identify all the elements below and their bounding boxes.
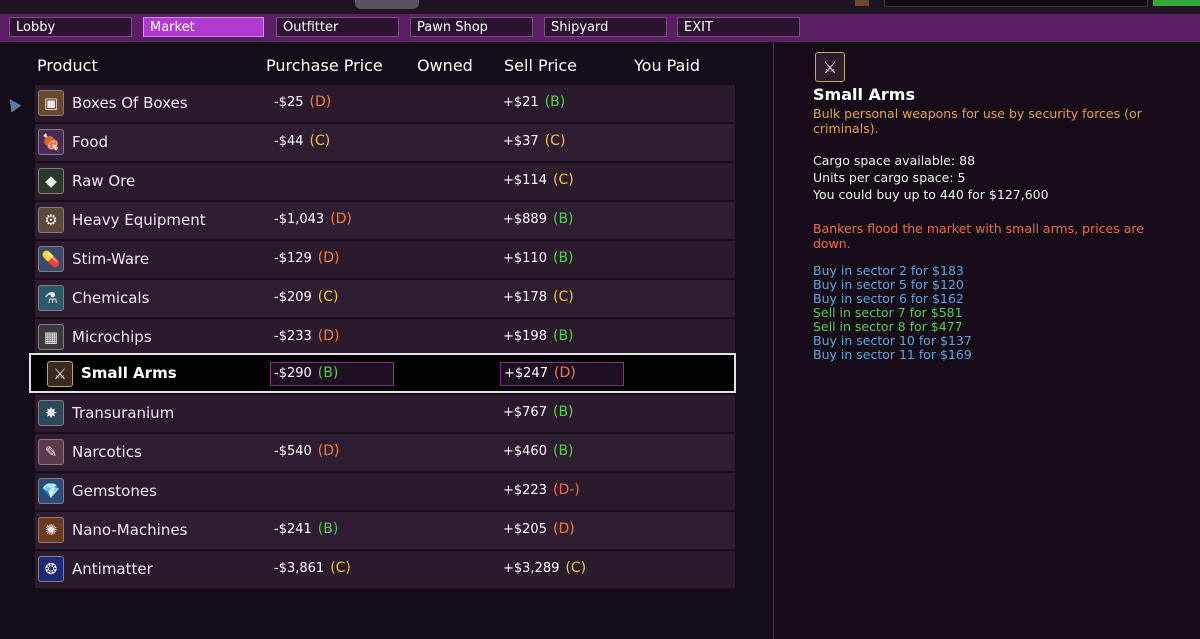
table-row[interactable]: 💎 Gemstones +$223 (D-) bbox=[35, 473, 735, 511]
crossed-swords-icon: ⚔ bbox=[815, 52, 845, 82]
product-name: Narcotics bbox=[72, 443, 142, 461]
flask-icon: ⚗ bbox=[38, 285, 64, 311]
sell-price[interactable]: +$114 (C) bbox=[503, 172, 574, 188]
sell-price[interactable]: +$889 (B) bbox=[503, 211, 574, 227]
table-row[interactable]: ▦ Microchips -$233 (D) +$198 (B) bbox=[35, 319, 735, 357]
ore-icon: ◆ bbox=[38, 168, 64, 194]
gear-icon: ⚙ bbox=[38, 207, 64, 233]
table-row[interactable]: 💊 Stim-Ware -$129 (D) +$110 (B) bbox=[35, 241, 735, 279]
table-row[interactable]: 🍖 Food -$44 (C) +$37 (C) bbox=[35, 124, 735, 162]
product-name: Microchips bbox=[72, 328, 152, 346]
purchase-price[interactable]: -$233 (D) bbox=[274, 328, 340, 344]
purchase-price[interactable]: -$25 (D) bbox=[274, 94, 331, 110]
pill-icon: 💊 bbox=[38, 246, 64, 272]
top-strip bbox=[0, 0, 1200, 14]
table-row[interactable]: ▣ Boxes Of Boxes -$25 (D) +$21 (B) bbox=[35, 85, 735, 123]
table-row[interactable]: ✎ Narcotics -$540 (D) +$460 (B) bbox=[35, 434, 735, 472]
sell-price[interactable]: +$223 (D-) bbox=[503, 482, 580, 498]
units-per-space: Units per cargo space: 5 bbox=[813, 170, 966, 185]
food-icon: 🍖 bbox=[38, 129, 64, 155]
product-name: Gemstones bbox=[72, 482, 157, 500]
trade-item: Buy in sector 10 for $137 bbox=[813, 333, 972, 348]
table-row[interactable]: ✸ Transuranium +$767 (B) bbox=[35, 395, 735, 433]
purchase-price[interactable]: -$3,861 (C) bbox=[274, 560, 351, 576]
sell-price[interactable]: +$460 (B) bbox=[503, 443, 574, 459]
header-owned: Owned bbox=[417, 56, 473, 75]
tab-shipyard[interactable]: Shipyard bbox=[544, 17, 667, 37]
sell-price[interactable]: +$21 (B) bbox=[503, 94, 565, 110]
health-bar bbox=[1153, 0, 1200, 6]
gem-icon: 💎 bbox=[38, 478, 64, 504]
atom-icon: ✸ bbox=[38, 400, 64, 426]
tab-exit[interactable]: EXIT bbox=[677, 17, 800, 37]
nav-bar: Lobby Market Outfitter Pawn Shop Shipyar… bbox=[0, 14, 1200, 42]
trade-suggestions: Buy in sector 2 for $183 Buy in sector 5… bbox=[813, 264, 972, 362]
cargo-info: Cargo space available: 88 Units per carg… bbox=[813, 152, 1049, 203]
trade-item: Buy in sector 11 for $169 bbox=[813, 347, 972, 362]
chip-icon: ▦ bbox=[38, 324, 64, 350]
header-product: Product bbox=[37, 56, 98, 75]
detail-title: Small Arms bbox=[813, 85, 915, 104]
header-you-paid: You Paid bbox=[634, 56, 700, 75]
top-handle bbox=[355, 0, 419, 9]
table-row[interactable]: ⚙ Heavy Equipment -$1,043 (D) +$889 (B) bbox=[35, 202, 735, 240]
could-buy: You could buy up to 440 for $127,600 bbox=[813, 187, 1049, 202]
top-status-bar bbox=[884, 0, 1148, 7]
product-name: Small Arms bbox=[81, 364, 177, 382]
product-name: Food bbox=[72, 133, 108, 151]
trade-item: Buy in sector 5 for $120 bbox=[813, 277, 964, 292]
product-name: Antimatter bbox=[72, 560, 153, 578]
purchase-price[interactable]: -$209 (C) bbox=[274, 289, 338, 305]
header-purchase-price: Purchase Price bbox=[266, 56, 383, 75]
product-name: Nano-Machines bbox=[72, 521, 188, 539]
table-row[interactable]: ⚗ Chemicals -$209 (C) +$178 (C) bbox=[35, 280, 735, 318]
sell-price[interactable]: +$205 (D) bbox=[503, 521, 575, 537]
sell-price[interactable]: +$110 (B) bbox=[503, 250, 574, 266]
sell-price[interactable]: +$178 (C) bbox=[503, 289, 574, 305]
sell-price[interactable]: +$3,289 (C) bbox=[503, 560, 586, 576]
product-name: Raw Ore bbox=[72, 172, 136, 190]
product-name: Chemicals bbox=[72, 289, 150, 307]
table-row-selected[interactable]: ⚔ Small Arms -$290 (B) +$247 (D) bbox=[29, 353, 736, 393]
crossed-swords-icon: ⚔ bbox=[47, 361, 73, 387]
tab-market[interactable]: Market bbox=[143, 17, 264, 37]
nano-icon: ✺ bbox=[38, 517, 64, 543]
tab-outfitter[interactable]: Outfitter bbox=[276, 17, 399, 37]
product-name: Heavy Equipment bbox=[72, 211, 206, 229]
sell-price[interactable]: +$247 (D) bbox=[504, 365, 576, 381]
market-news: Bankers flood the market with small arms… bbox=[813, 221, 1144, 251]
cargo-available: Cargo space available: 88 bbox=[813, 153, 976, 168]
product-name: Transuranium bbox=[72, 404, 175, 422]
purchase-price[interactable]: -$44 (C) bbox=[274, 133, 330, 149]
purchase-price[interactable]: -$290 (B) bbox=[274, 365, 338, 381]
sell-price[interactable]: +$37 (C) bbox=[503, 133, 565, 149]
trade-item: Sell in sector 7 for $581 bbox=[813, 305, 963, 320]
antimatter-icon: ❂ bbox=[38, 556, 64, 582]
tab-pawn-shop[interactable]: Pawn Shop bbox=[410, 17, 533, 37]
purchase-price[interactable]: -$241 (B) bbox=[274, 521, 338, 537]
product-name: Boxes Of Boxes bbox=[72, 94, 188, 112]
detail-description: Bulk personal weapons for use by securit… bbox=[813, 106, 1142, 136]
purchase-price[interactable]: -$1,043 (D) bbox=[274, 211, 352, 227]
header-sell-price: Sell Price bbox=[504, 56, 578, 75]
purchase-price[interactable]: -$540 (D) bbox=[274, 443, 340, 459]
box-icon: ▣ bbox=[38, 90, 64, 116]
product-name: Stim-Ware bbox=[72, 250, 150, 268]
sell-price[interactable]: +$198 (B) bbox=[503, 328, 574, 344]
tab-lobby[interactable]: Lobby bbox=[9, 17, 132, 37]
syringe-icon: ✎ bbox=[38, 439, 64, 465]
trade-item: Sell in sector 8 for $477 bbox=[813, 319, 963, 334]
table-row[interactable]: ✺ Nano-Machines -$241 (B) +$205 (D) bbox=[35, 512, 735, 550]
sell-price[interactable]: +$767 (B) bbox=[503, 404, 574, 420]
top-indicator bbox=[855, 0, 869, 6]
trade-item: Buy in sector 2 for $183 bbox=[813, 263, 964, 278]
purchase-price[interactable]: -$129 (D) bbox=[274, 250, 340, 266]
table-row[interactable]: ◆ Raw Ore +$114 (C) bbox=[35, 163, 735, 201]
trade-item: Buy in sector 6 for $162 bbox=[813, 291, 964, 306]
table-row[interactable]: ❂ Antimatter -$3,861 (C) +$3,289 (C) bbox=[35, 551, 735, 589]
